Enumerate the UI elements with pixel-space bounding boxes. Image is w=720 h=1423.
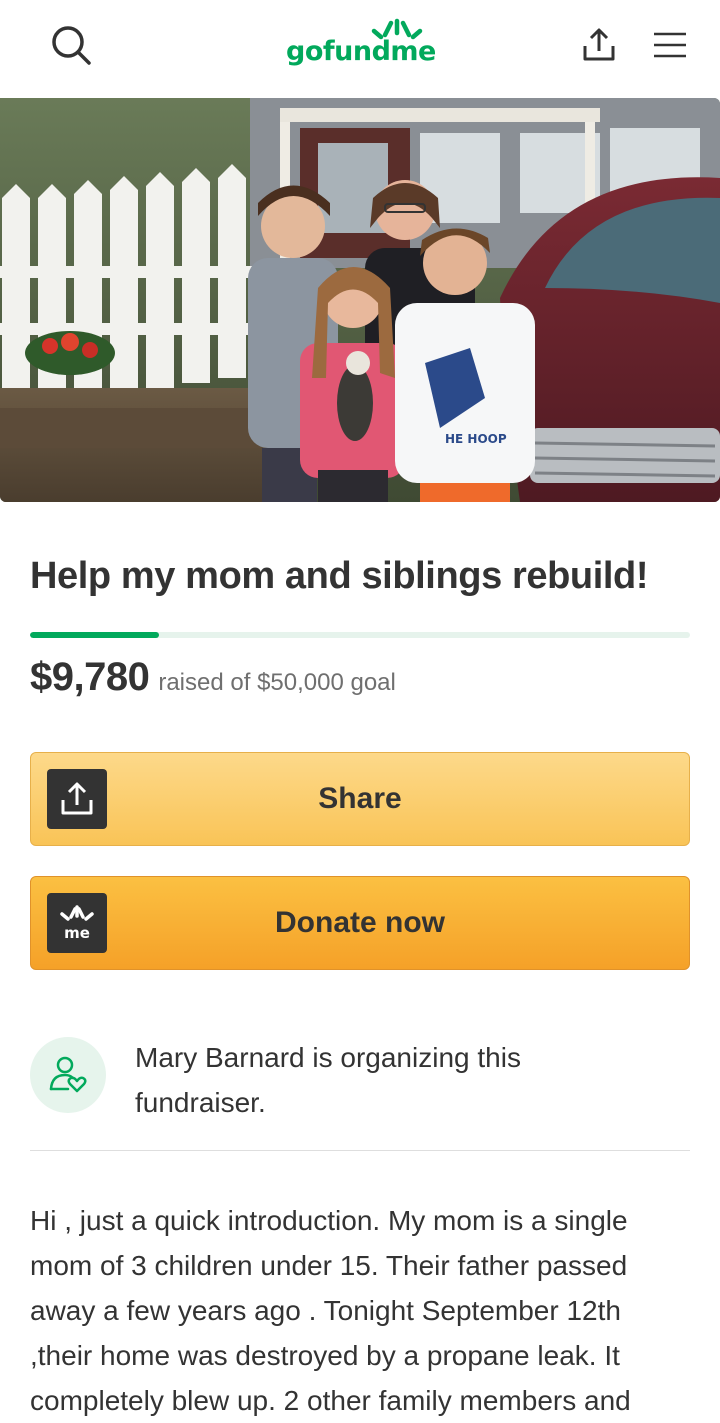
search-button[interactable]: [44, 18, 98, 72]
share-upload-icon: [61, 782, 93, 815]
logo-text: gofundme: [286, 36, 436, 67]
header-share-button[interactable]: [574, 20, 624, 70]
share-icon-box: [47, 769, 107, 829]
raised-goal-label: raised of $50,000 goal: [158, 669, 396, 696]
share-button-label: Share: [318, 782, 402, 815]
search-icon: [52, 26, 91, 65]
share-button[interactable]: Share: [30, 752, 690, 846]
campaign-title: Help my mom and siblings rebuild!: [30, 555, 649, 597]
organizer-section: Mary Barnard is organizing this fundrais…: [30, 1037, 690, 1118]
hero-image: HE HOOP: [0, 98, 720, 502]
svg-text:me: me: [64, 924, 90, 942]
donate-now-button[interactable]: me Donate now: [30, 876, 690, 970]
top-nav-bar: gofundme: [0, 0, 720, 95]
person-heart-icon: [49, 1056, 87, 1093]
organizer-avatar: [30, 1037, 106, 1113]
menu-button[interactable]: [645, 20, 695, 70]
raised-amount: $9,780: [30, 655, 150, 699]
share-upload-icon: [583, 28, 615, 61]
family-photo: HE HOOP: [0, 98, 720, 502]
organizer-text: Mary Barnard is organizing this fundrais…: [135, 1042, 521, 1118]
section-divider: [30, 1150, 690, 1151]
raised-summary: $9,780 raised of $50,000 goal: [30, 655, 396, 700]
svg-text:HE HOOP: HE HOOP: [445, 432, 507, 446]
campaign-story: Hi , just a quick introduction. My mom i…: [30, 1205, 631, 1416]
donation-progress-bar: [30, 632, 690, 638]
donate-icon-box: me: [47, 893, 107, 953]
donate-button-label: Donate now: [275, 906, 445, 939]
gofundme-me-icon: me: [60, 905, 94, 942]
gofundme-logo[interactable]: gofundme: [278, 18, 448, 70]
hamburger-menu-icon: [654, 32, 686, 58]
donation-progress-fill: [30, 632, 160, 638]
